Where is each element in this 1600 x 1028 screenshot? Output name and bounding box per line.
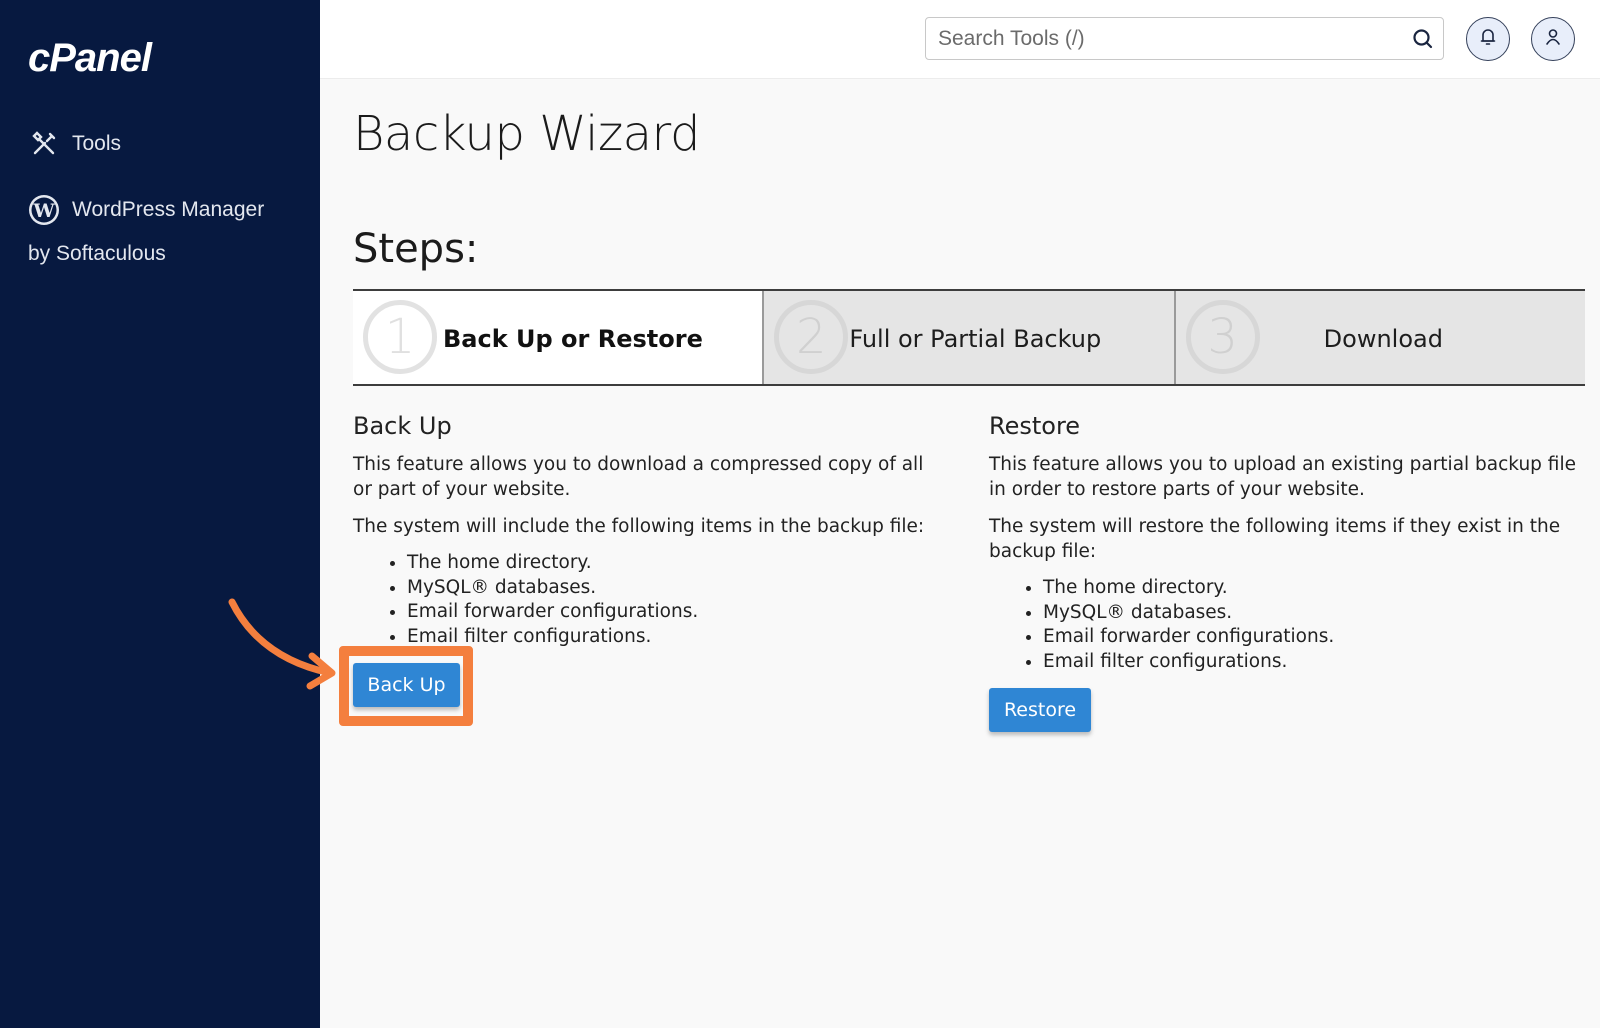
back-up-button[interactable]: Back Up bbox=[353, 663, 460, 707]
sidebar-item-tools[interactable]: Tools bbox=[28, 128, 121, 160]
list-item: Email filter configurations. bbox=[1043, 650, 1589, 675]
list-item: Email forwarder configurations. bbox=[1043, 625, 1589, 650]
top-header bbox=[320, 0, 1600, 79]
list-item: The home directory. bbox=[407, 551, 933, 576]
wizard-steps: 1 Back Up or Restore 2 Full or Partial B… bbox=[353, 289, 1585, 386]
notifications-button[interactable] bbox=[1466, 17, 1510, 61]
backup-heading: Back Up bbox=[353, 412, 452, 440]
backup-section: Back Up This feature allows you to downl… bbox=[353, 410, 933, 661]
step-number-badge: 2 bbox=[774, 300, 849, 374]
annotation-arrow-icon bbox=[228, 598, 336, 690]
backup-description: This feature allows you to download a co… bbox=[353, 454, 924, 500]
tools-icon bbox=[28, 128, 60, 160]
search-icon[interactable] bbox=[1403, 18, 1443, 59]
restore-section: Restore This feature allows you to uploa… bbox=[989, 410, 1589, 686]
list-item: MySQL® databases. bbox=[1043, 601, 1589, 626]
bell-icon bbox=[1478, 27, 1498, 51]
restore-intro: The system will restore the following it… bbox=[989, 516, 1561, 562]
svg-text:W: W bbox=[32, 200, 55, 222]
list-item: Email forwarder configurations. bbox=[407, 600, 933, 625]
list-item: The home directory. bbox=[1043, 576, 1589, 601]
sidebar: cPanel Tools W WordPress Manager by Soft… bbox=[0, 0, 320, 1028]
step-back-up-or-restore: 1 Back Up or Restore bbox=[353, 291, 763, 384]
user-icon bbox=[1543, 27, 1563, 51]
list-item: MySQL® databases. bbox=[407, 576, 933, 601]
step-label: Download bbox=[1323, 325, 1443, 353]
search-box[interactable] bbox=[925, 17, 1444, 60]
cpanel-logo[interactable]: cPanel bbox=[28, 36, 152, 81]
backup-intro: The system will include the following it… bbox=[353, 516, 925, 537]
step-label: Back Up or Restore bbox=[443, 325, 703, 353]
wordpress-icon: W bbox=[28, 194, 60, 226]
step-full-or-partial-backup: 2 Full or Partial Backup bbox=[762, 291, 1174, 384]
restore-items-list: The home directory. MySQL® databases. Em… bbox=[1043, 576, 1589, 674]
list-item: Email filter configurations. bbox=[407, 625, 933, 650]
restore-heading: Restore bbox=[989, 412, 1081, 440]
step-number-badge: 3 bbox=[1185, 300, 1260, 374]
step-number-badge: 1 bbox=[363, 300, 437, 374]
step-download: 3 Download bbox=[1173, 291, 1585, 384]
sidebar-item-label: Tools bbox=[72, 132, 122, 155]
steps-title: Steps: bbox=[353, 226, 479, 272]
sidebar-item-label: WordPress Manager bbox=[72, 198, 265, 221]
sidebar-item-wordpress-manager[interactable]: W WordPress Manager by Softaculous bbox=[28, 188, 298, 276]
search-input[interactable] bbox=[926, 18, 1403, 59]
user-menu-button[interactable] bbox=[1531, 17, 1575, 61]
step-label: Full or Partial Backup bbox=[849, 325, 1102, 353]
sidebar-item-sublabel: by Softaculous bbox=[28, 242, 166, 265]
backup-items-list: The home directory. MySQL® databases. Em… bbox=[407, 551, 933, 649]
page-title: Backup Wizard bbox=[353, 106, 700, 162]
restore-description: This feature allows you to upload an exi… bbox=[989, 454, 1576, 500]
restore-button[interactable]: Restore bbox=[989, 688, 1091, 732]
